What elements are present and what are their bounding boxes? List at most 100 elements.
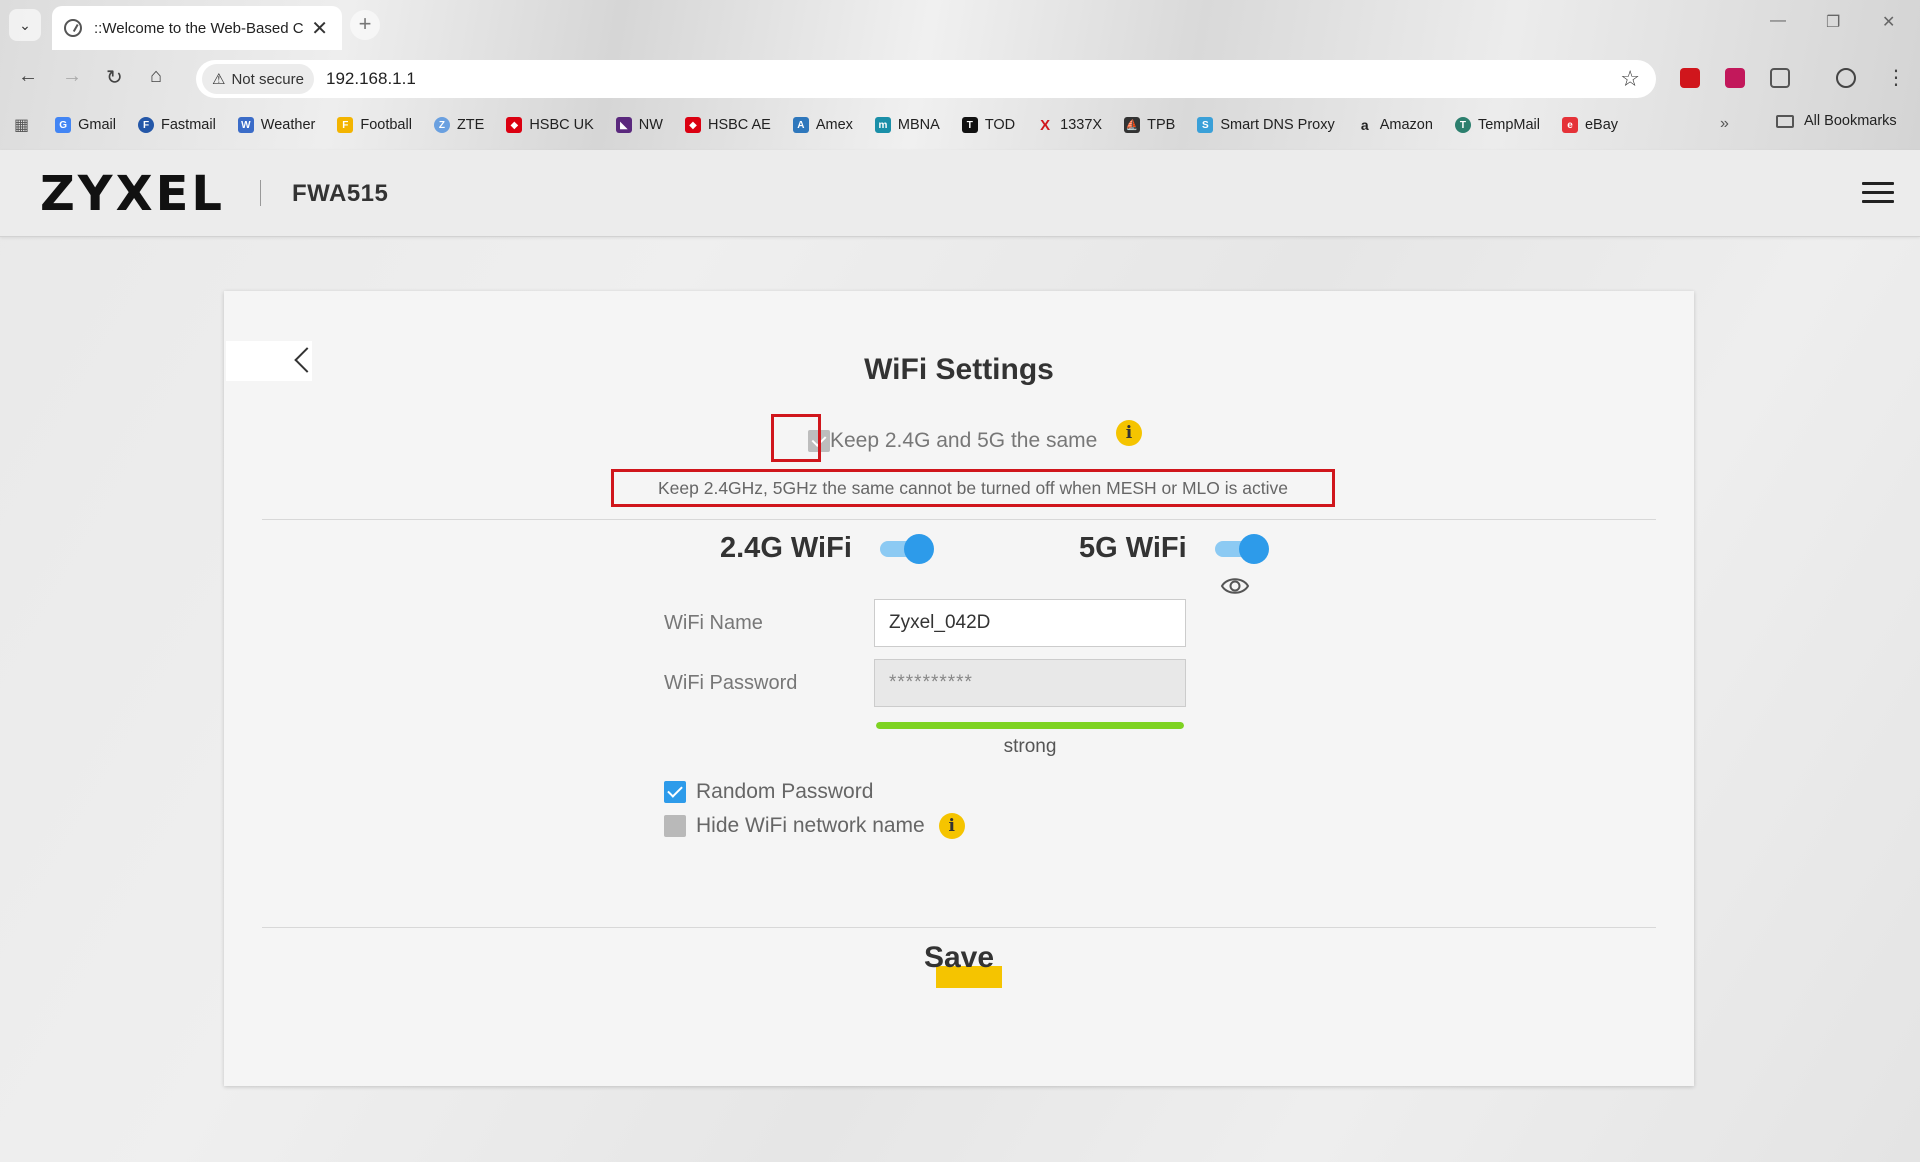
- wifi-name-input[interactable]: [874, 599, 1186, 647]
- amazon-icon: a: [1360, 117, 1369, 133]
- tab-search-chevron-icon[interactable]: ⌄: [9, 9, 41, 41]
- bookmark-1337x[interactable]: X 1337X: [1037, 116, 1102, 134]
- amex-icon: A: [792, 117, 809, 133]
- close-tab-icon[interactable]: ✕: [311, 16, 328, 41]
- security-chip[interactable]: ⚠ Not secure: [202, 64, 314, 94]
- apps-grid-icon[interactable]: ▦: [14, 115, 29, 135]
- info-icon[interactable]: i: [938, 813, 965, 839]
- address-bar[interactable]: ⚠ Not secure 192.168.1.1 ☆: [196, 60, 1656, 98]
- bookmark-amazon[interactable]: a Amazon: [1357, 117, 1433, 133]
- hide-name-checkbox[interactable]: [664, 815, 686, 837]
- router-page: ZYXEL FWA515 WiFi Settings Keep 2.4G and…: [0, 150, 1920, 1162]
- wifi-settings-card: WiFi Settings Keep 2.4G and 5G the same …: [224, 291, 1694, 1086]
- hsbc-icon: ◆: [684, 117, 701, 133]
- back-icon[interactable]: ←: [18, 65, 38, 88]
- bookmark-fastmail[interactable]: F Fastmail: [138, 117, 216, 133]
- forward-icon[interactable]: →: [62, 65, 82, 88]
- band-24-label: 2.4G WiFi: [720, 531, 852, 564]
- wifi-password-label: WiFi Password: [664, 672, 798, 694]
- bookmarks-overflow-icon[interactable]: »: [1720, 115, 1729, 133]
- router-header: ZYXEL FWA515: [0, 150, 1920, 237]
- minimize-icon[interactable]: —: [1770, 12, 1786, 30]
- dns-icon: S: [1197, 117, 1214, 133]
- hsbc-icon: ◆: [506, 117, 523, 133]
- puzzle-extensions-icon[interactable]: [1770, 68, 1790, 88]
- wifi-name-label: WiFi Name: [664, 612, 763, 634]
- browser-tab[interactable]: ::Welcome to the Web-Based C ✕: [52, 6, 342, 50]
- ship-icon: ⛵: [1124, 117, 1141, 133]
- browser-chrome: ⌄ ::Welcome to the Web-Based C ✕ + — ❐ ✕…: [0, 0, 1920, 150]
- bookmark-amex[interactable]: A Amex: [792, 117, 853, 133]
- keep-same-label: Keep 2.4G and 5G the same: [830, 429, 1098, 452]
- bookmark-tod[interactable]: T TOD: [961, 117, 1015, 133]
- bookmark-mbna[interactable]: m MBNA: [874, 117, 940, 133]
- all-bookmarks-button[interactable]: All Bookmarks: [1776, 113, 1897, 129]
- folder-icon: [1776, 114, 1794, 128]
- band-5-toggle[interactable]: [1214, 533, 1269, 564]
- adblock-extension-icon[interactable]: [1680, 68, 1700, 88]
- bookmark-football[interactable]: F Football: [337, 117, 412, 133]
- random-password-row[interactable]: Random Password: [664, 777, 873, 807]
- band-24-toggle[interactable]: [879, 533, 934, 564]
- fastmail-icon: F: [138, 117, 154, 133]
- natwest-icon: ◣: [615, 117, 632, 133]
- profile-icon[interactable]: [1836, 68, 1856, 88]
- reload-icon[interactable]: ↻: [106, 65, 123, 90]
- bookmark-smart-dns-proxy[interactable]: S Smart DNS Proxy: [1197, 117, 1335, 133]
- bookmark-tempmail[interactable]: T TempMail: [1454, 117, 1540, 133]
- wifi-password-input[interactable]: [874, 659, 1186, 707]
- hide-name-label: Hide WiFi network name: [696, 814, 925, 837]
- tod-icon: T: [961, 117, 978, 133]
- url-text[interactable]: 192.168.1.1: [326, 69, 416, 89]
- globe-icon: [64, 19, 82, 37]
- bookmark-weather[interactable]: W Weather: [237, 117, 315, 133]
- password-strength-bar: [876, 722, 1184, 729]
- bookmark-ebay[interactable]: e eBay: [1561, 117, 1618, 133]
- tab-strip: ⌄ ::Welcome to the Web-Based C ✕ + — ❐ ✕: [0, 0, 1920, 50]
- extension-icon[interactable]: [1725, 68, 1745, 88]
- info-icon[interactable]: i: [1116, 420, 1142, 446]
- all-bookmarks-label: All Bookmarks: [1804, 113, 1897, 129]
- bookmark-hsbc-ae[interactable]: ◆ HSBC AE: [684, 117, 771, 133]
- random-password-checkbox[interactable]: [664, 781, 686, 803]
- random-password-label: Random Password: [696, 780, 874, 803]
- hamburger-menu-icon[interactable]: [1862, 182, 1894, 204]
- keep-same-row: Keep 2.4G and 5G the same: [794, 421, 1097, 461]
- weather-icon: W: [237, 117, 254, 133]
- bookmark-nw[interactable]: ◣ NW: [615, 117, 663, 133]
- security-chip-label: Not secure: [231, 70, 304, 88]
- footer-divider: [262, 927, 1656, 928]
- toggle-knob: [903, 534, 934, 564]
- home-icon[interactable]: ⌂: [150, 65, 162, 88]
- tempmail-icon: T: [1454, 117, 1471, 133]
- x-icon: X: [1040, 116, 1051, 134]
- ebay-icon: e: [1561, 117, 1578, 133]
- password-strength-fill: [876, 722, 1184, 729]
- page-title: WiFi Settings: [864, 353, 1054, 386]
- bookmark-zte[interactable]: Z ZTE: [433, 117, 484, 133]
- google-icon: G: [55, 117, 72, 133]
- eye-icon[interactable]: [1220, 571, 1250, 601]
- warning-triangle-icon: ⚠: [212, 71, 226, 88]
- keep-same-warning: Keep 2.4GHz, 5GHz the same cannot be tur…: [611, 469, 1335, 507]
- bookmark-star-icon[interactable]: ☆: [1620, 66, 1640, 92]
- header-divider: [260, 180, 261, 206]
- bookmark-hsbc-uk[interactable]: ◆ HSBC UK: [506, 117, 594, 133]
- window-close-icon[interactable]: ✕: [1882, 12, 1895, 32]
- bookmark-tpb[interactable]: ⛵ TPB: [1124, 117, 1175, 133]
- mbna-icon: m: [874, 117, 891, 133]
- restore-icon[interactable]: ❐: [1826, 12, 1840, 32]
- new-tab-button[interactable]: +: [350, 10, 380, 40]
- router-model: FWA515: [292, 180, 389, 207]
- bookmark-gmail[interactable]: G Gmail: [55, 117, 116, 133]
- zyxel-logo[interactable]: ZYXEL: [40, 168, 225, 220]
- section-divider: [262, 519, 1656, 520]
- band-24-row: 2.4G WiFi: [720, 523, 934, 573]
- checkbox-highlight-box: [771, 414, 821, 462]
- bookmarks-bar: ▦ G Gmail F Fastmail W Weather F Football ZZ…: [0, 110, 1920, 140]
- hide-name-row[interactable]: Hide WiFi network name i: [664, 811, 965, 841]
- band-5-row: 5G WiFi: [1079, 523, 1269, 573]
- save-button[interactable]: Save: [224, 941, 1694, 975]
- kebab-menu-icon[interactable]: ⋮: [1886, 65, 1906, 90]
- browser-toolbar: ← → ↻ ⌂ ⚠ Not secure 192.168.1.1 ☆ ⋮: [0, 56, 1920, 100]
